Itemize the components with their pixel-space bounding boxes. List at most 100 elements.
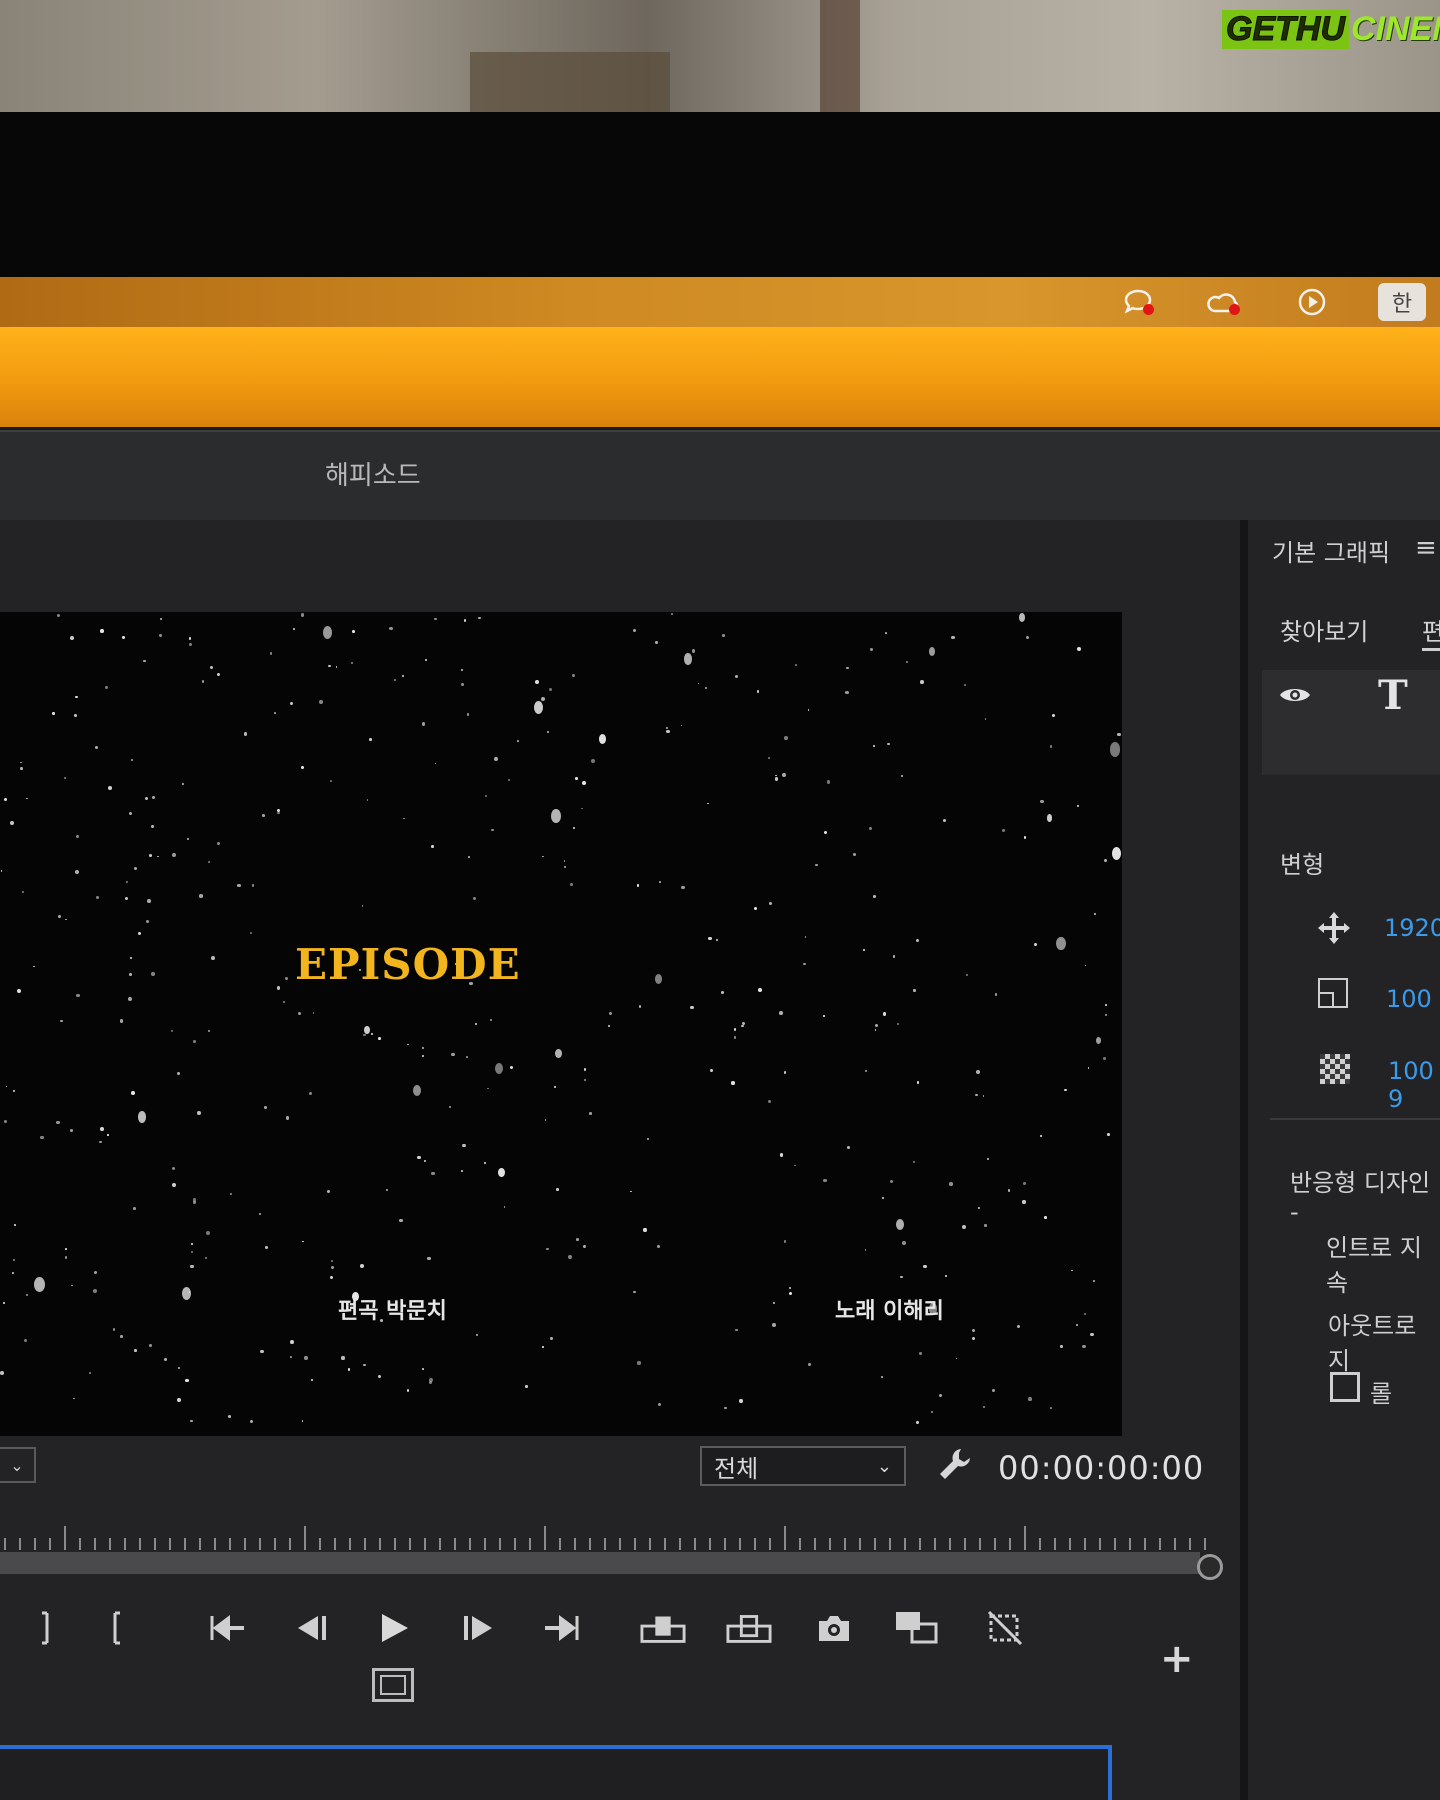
star-particle (389, 626, 393, 631)
section-divider (1270, 1118, 1440, 1120)
star-particle (780, 1153, 784, 1157)
star-particle (533, 701, 544, 715)
star-particle (546, 1247, 549, 1251)
preview-credit-singer[interactable]: 노래 이해리 (835, 1293, 944, 1325)
star-particle (55, 1120, 60, 1125)
star-particle (431, 1172, 435, 1176)
step-forward-button[interactable] (456, 1605, 502, 1651)
star-particle (122, 636, 125, 639)
star-particle (304, 1356, 308, 1360)
star-particle (823, 1015, 826, 1018)
star-particle (1102, 1056, 1107, 1061)
star-particle (1040, 1134, 1043, 1137)
star-particle (697, 682, 700, 685)
panel-divider[interactable] (1240, 520, 1248, 1800)
roll-label: 롤 (1370, 1380, 1393, 1408)
preview-credit-arranger[interactable]: 편곡 박문치 (338, 1293, 447, 1325)
roll-checkbox[interactable] (1330, 1372, 1360, 1402)
star-particle (209, 665, 214, 670)
star-particle (144, 796, 148, 801)
outro-duration-label: 아웃트로 지 (1328, 1312, 1417, 1375)
overwrite-button[interactable] (726, 1605, 772, 1651)
star-particle (1084, 964, 1087, 967)
star-particle (65, 918, 67, 921)
step-back-button[interactable] (288, 1605, 334, 1651)
star-particle (149, 853, 153, 857)
star-particle (863, 949, 865, 951)
star-particle (20, 761, 22, 764)
star-particle (363, 1363, 366, 1366)
star-particle (289, 701, 293, 706)
scrub-bar[interactable] (0, 1552, 1200, 1574)
responsive-design-label[interactable]: 반응형 디자인 - (1290, 1163, 1440, 1226)
star-particle (517, 740, 519, 742)
star-particle (772, 1323, 777, 1328)
star-particle (1112, 847, 1122, 861)
toggle-proxies-button[interactable] (982, 1605, 1028, 1651)
wrench-settings-icon[interactable] (935, 1445, 975, 1494)
export-frame-camera-icon[interactable] (811, 1605, 857, 1651)
star-particle (495, 1062, 504, 1074)
play-button[interactable] (372, 1605, 418, 1651)
input-method-indicator[interactable]: 한 (1378, 283, 1426, 321)
zoom-level-dropdown[interactable]: ⌄ (0, 1447, 36, 1483)
star-particle (302, 1240, 305, 1243)
star-particle (972, 1328, 976, 1332)
go-to-out-button[interactable] (538, 1605, 584, 1651)
ruler-tick (499, 1538, 501, 1550)
star-particle (824, 830, 828, 834)
star-particle (637, 1361, 641, 1365)
resolution-select[interactable]: 전체 ⌄ (700, 1446, 906, 1486)
playhead-timecode[interactable]: 00:00:00:00 (998, 1449, 1204, 1487)
preview-title-text[interactable]: EPISODE (295, 940, 521, 989)
star-particle (52, 712, 55, 715)
star-particle (489, 1018, 493, 1021)
video-preview[interactable] (0, 612, 1122, 1436)
tab-edit[interactable]: 편 (1422, 612, 1440, 647)
button-editor-add-button[interactable]: + (1160, 1636, 1194, 1682)
star-particle (290, 1339, 295, 1344)
ruler-tick (844, 1538, 846, 1550)
mark-out-button[interactable] (96, 1605, 142, 1651)
star-particle (704, 687, 708, 690)
insert-button[interactable] (640, 1605, 686, 1651)
star-particle (462, 1143, 466, 1148)
mark-in-button[interactable] (20, 1605, 66, 1651)
star-particle (251, 884, 255, 887)
tab-browse[interactable]: 찾아보기 (1280, 612, 1368, 647)
play-circle-icon[interactable] (1294, 287, 1330, 317)
ruler-tick (679, 1538, 681, 1550)
panel-menu-icon[interactable]: ≡ (1415, 533, 1437, 563)
time-ruler[interactable] (0, 1520, 1210, 1550)
eye-visibility-icon[interactable] (1278, 683, 1312, 713)
scrub-end-handle[interactable] (1197, 1554, 1223, 1580)
ruler-tick (529, 1538, 531, 1550)
star-particle (659, 880, 661, 883)
star-particle (1056, 937, 1066, 951)
star-particle (449, 1106, 451, 1109)
star-particle (100, 628, 104, 633)
go-to-in-button[interactable] (205, 1605, 251, 1651)
star-particle (900, 774, 904, 778)
star-particle (230, 1192, 233, 1196)
scale-value[interactable]: 100 (1386, 985, 1432, 1013)
star-particle (525, 1385, 528, 1388)
star-particle (882, 1012, 887, 1016)
star-particle (129, 812, 132, 815)
creative-cloud-icon[interactable] (1206, 287, 1242, 317)
star-particle (399, 1218, 403, 1222)
chat-notification-icon[interactable] (1120, 287, 1156, 317)
star-particle (312, 1012, 315, 1015)
star-particle (735, 674, 739, 679)
star-particle (427, 1256, 431, 1261)
comparison-view-button[interactable] (894, 1605, 940, 1651)
star-particle (508, 778, 511, 781)
opacity-value[interactable]: 100 9 (1388, 1057, 1440, 1113)
star-particle (125, 896, 129, 901)
ruler-tick (574, 1538, 576, 1550)
star-particle (466, 1056, 468, 1058)
star-particle (34, 1276, 46, 1292)
position-x-value[interactable]: 1920 (1384, 914, 1440, 942)
star-particle (826, 780, 831, 785)
ruler-tick (1174, 1538, 1176, 1550)
